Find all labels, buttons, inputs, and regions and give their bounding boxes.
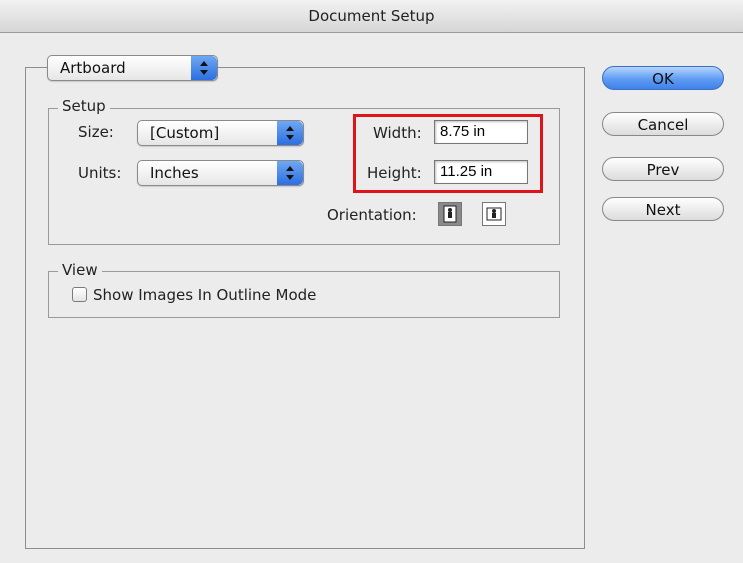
orientation-portrait-button[interactable] [438, 202, 462, 226]
landscape-orientation-icon [486, 207, 502, 221]
size-popup-value: [Custom] [150, 124, 220, 142]
show-images-checkbox[interactable] [72, 287, 87, 302]
units-label: Units: [78, 164, 122, 182]
title-bar[interactable]: Document Setup [0, 0, 743, 33]
units-popup-value: Inches [150, 164, 199, 182]
next-button[interactable]: Next [602, 197, 724, 221]
height-label: Height: [367, 164, 422, 182]
width-field[interactable] [434, 120, 528, 144]
category-popup[interactable]: Artboard [47, 55, 218, 81]
popup-arrows-icon [277, 121, 303, 145]
size-popup[interactable]: [Custom] [137, 120, 304, 146]
document-setup-dialog: Document Setup Artboard Setup Size: [Cus… [0, 0, 743, 563]
size-label: Size: [78, 123, 114, 141]
ok-button[interactable]: OK [602, 66, 724, 90]
popup-arrows-icon [191, 56, 217, 80]
setup-legend: Setup [58, 97, 110, 115]
orientation-label: Orientation: [327, 206, 417, 224]
width-label: Width: [373, 124, 422, 142]
view-legend: View [58, 261, 102, 279]
window-title: Document Setup [308, 7, 435, 25]
cancel-button[interactable]: Cancel [602, 112, 724, 136]
height-field[interactable] [434, 160, 528, 184]
units-popup[interactable]: Inches [137, 160, 304, 186]
prev-button[interactable]: Prev [602, 157, 724, 181]
category-popup-value: Artboard [60, 59, 126, 77]
portrait-orientation-icon [443, 205, 457, 223]
show-images-label[interactable]: Show Images In Outline Mode [93, 286, 316, 304]
popup-arrows-icon [277, 161, 303, 185]
orientation-landscape-button[interactable] [482, 202, 506, 226]
